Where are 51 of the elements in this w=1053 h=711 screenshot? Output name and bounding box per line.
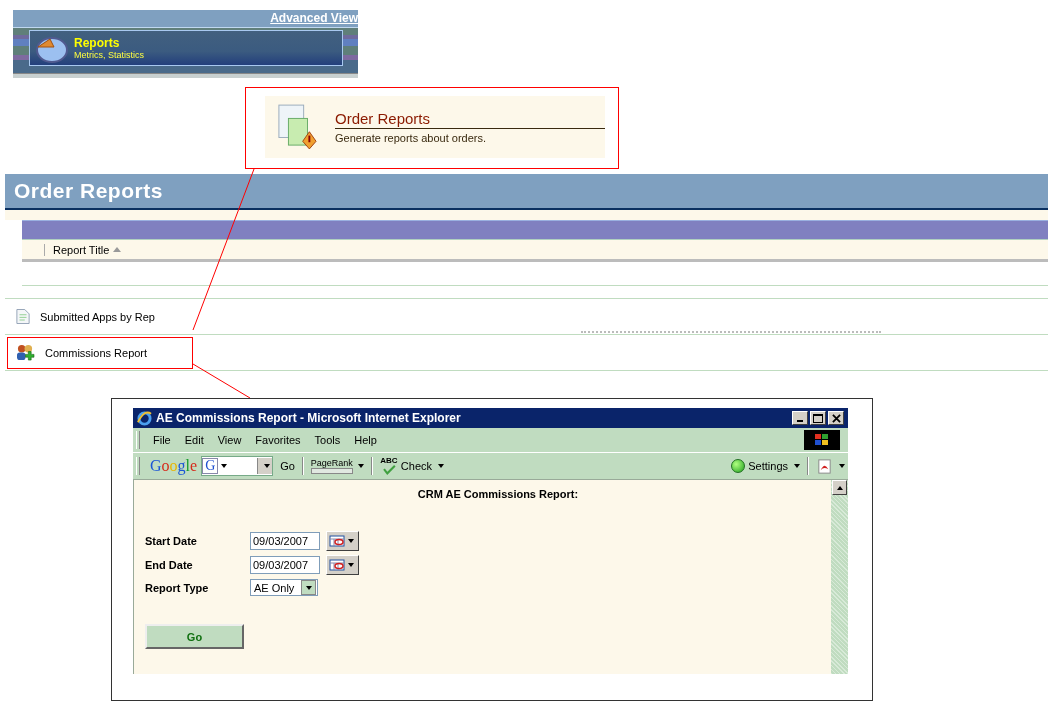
caret-icon xyxy=(221,464,228,468)
menu-item[interactable]: File xyxy=(146,434,178,446)
field-label: Report Type xyxy=(145,581,210,594)
calendar-button[interactable] xyxy=(326,531,359,551)
order-reports-card[interactable]: Order Reports Generate reports about orders. xyxy=(265,96,605,158)
menu-item[interactable]: View xyxy=(210,434,249,446)
dropdown-button[interactable] xyxy=(257,458,273,474)
column-header[interactable]: Report Title xyxy=(44,243,122,256)
pdf-icon xyxy=(816,457,833,475)
minimize-button[interactable] xyxy=(792,411,808,425)
report-type-dropdown[interactable]: AE Only xyxy=(250,579,318,596)
menu-item[interactable]: Favorites xyxy=(248,434,308,446)
date-field[interactable]: 09/03/2007 xyxy=(250,556,320,574)
menu-item[interactable]: Help xyxy=(347,434,384,446)
scrollbar[interactable] xyxy=(831,480,848,674)
reports-title: Reports xyxy=(74,36,121,50)
report-title: Commissions Report xyxy=(45,346,148,359)
document-icon xyxy=(16,308,30,325)
search-engine-label: G xyxy=(202,458,219,474)
report-cell[interactable]: Commissions Report xyxy=(7,336,193,369)
menu-item[interactable]: Edit xyxy=(177,434,211,446)
page-title: Order Reports xyxy=(14,179,163,203)
reports-banner[interactable]: Reports Metrics, Statistics xyxy=(29,30,343,66)
report-heading: CRM AE Commissions Report: xyxy=(416,488,580,500)
close-button[interactable] xyxy=(828,411,844,425)
spell-check-button[interactable]: ABC Check xyxy=(376,457,448,475)
report-document-icon xyxy=(277,103,317,151)
order-reports-description: Generate reports about orders. xyxy=(335,132,488,144)
report-title: Submitted Apps by Rep xyxy=(40,310,155,323)
calendar-icon xyxy=(329,535,345,547)
leader-line xyxy=(192,363,251,399)
maximize-button[interactable] xyxy=(810,411,826,425)
report-cell[interactable]: Submitted Apps by Rep xyxy=(7,300,193,333)
pagerank-button[interactable]: PageRank xyxy=(307,458,367,474)
go-button[interactable]: Go xyxy=(145,624,244,649)
calendar-icon xyxy=(329,559,345,571)
menu-item[interactable]: Tools xyxy=(307,434,348,446)
reports-subtitle: Metrics, Statistics xyxy=(74,49,144,60)
field-label: Start Date xyxy=(145,535,198,547)
field-label: End Date xyxy=(145,559,194,571)
order-reports-title: Order Reports xyxy=(335,110,605,129)
google-logo: Google xyxy=(150,457,198,475)
people-icon xyxy=(16,344,35,361)
settings-button[interactable]: Settings xyxy=(728,459,803,473)
calendar-button[interactable] xyxy=(326,555,359,575)
go-button[interactable]: Go xyxy=(277,460,298,472)
search-field[interactable]: G xyxy=(201,456,274,476)
windows-logo-icon xyxy=(804,430,840,450)
browser-logo-icon xyxy=(137,410,152,426)
window-title: AE Commissions Report - Microsoft Internet Explorer xyxy=(156,411,462,425)
date-field[interactable]: 09/03/2007 xyxy=(250,532,320,550)
